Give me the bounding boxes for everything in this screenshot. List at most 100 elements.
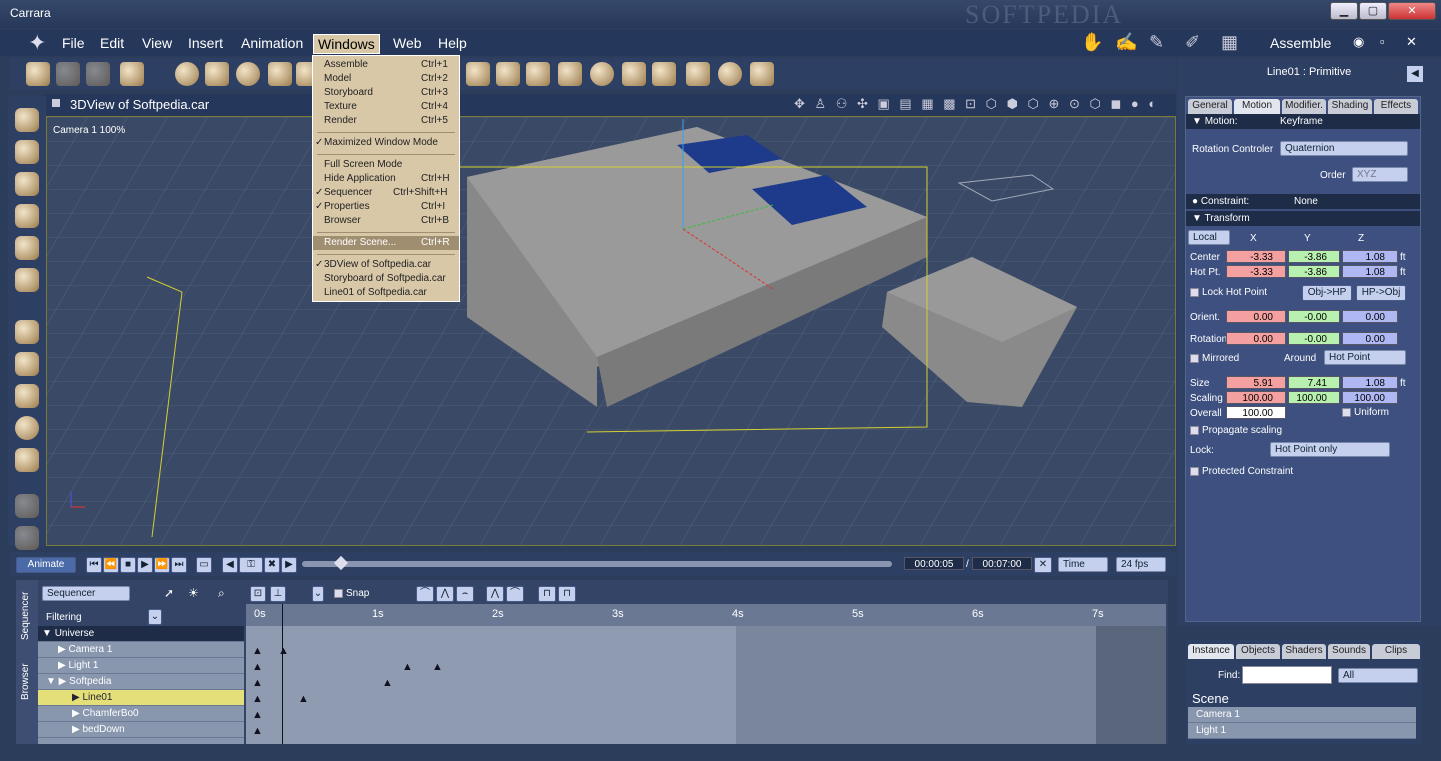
room-close-icon[interactable]: ✕ — [1406, 34, 1417, 50]
propagate-checkbox[interactable] — [1190, 426, 1199, 435]
panel-toggle-icon[interactable]: ◀ — [1407, 66, 1423, 82]
menu-item-fullscreen[interactable]: Full Screen Mode — [313, 158, 459, 172]
rotation-y-field[interactable]: -0.00 — [1288, 332, 1340, 345]
track-row[interactable]: ▶ Line01 — [38, 690, 244, 706]
close-button[interactable]: ✕ — [1388, 2, 1436, 20]
curve-4-button[interactable]: ⋀ — [486, 586, 504, 602]
scale-icon[interactable] — [15, 204, 39, 228]
menu-item-storyboard[interactable]: Storyboard Ctrl+3 — [313, 86, 459, 100]
filtering-toggle[interactable]: ⌄ — [148, 609, 162, 625]
curve-7-button[interactable]: ⊓ — [558, 586, 576, 602]
tab-browser[interactable]: Browser — [20, 663, 31, 700]
obj-to-hp-button[interactable]: Obj->HP — [1302, 285, 1352, 301]
snap-dropdown[interactable]: ⌄ — [312, 586, 324, 602]
track-row[interactable]: ▼ ▶ Softpedia — [38, 674, 244, 690]
curve-5-button[interactable]: ⌒ — [506, 586, 524, 602]
camera-view-icon[interactable] — [15, 494, 39, 518]
menu-item-maximized[interactable]: ✓ Maximized Window Mode — [313, 136, 459, 150]
menu-item-render[interactable]: Render Ctrl+5 — [313, 114, 459, 128]
menu-animation[interactable]: Animation — [237, 34, 307, 54]
target-icon[interactable] — [718, 62, 742, 86]
find-input[interactable] — [1242, 666, 1332, 684]
size-z-field[interactable]: 1.08 — [1342, 376, 1398, 389]
render-room-icon[interactable]: ▦ — [1221, 32, 1238, 53]
hotpt-x-field[interactable]: -3.33 — [1226, 265, 1286, 278]
loop-button[interactable]: ▭ — [196, 557, 212, 573]
time-cursor[interactable] — [282, 604, 283, 744]
keyframe[interactable]: ▲ — [298, 693, 309, 705]
plant-icon[interactable] — [558, 62, 582, 86]
tab-objects[interactable]: Objects — [1236, 644, 1280, 659]
key-button[interactable]: ⚿ — [239, 557, 263, 573]
tab-instance[interactable]: Instance — [1188, 644, 1234, 659]
tab-general[interactable]: General — [1188, 99, 1232, 114]
maximize-button[interactable]: ▢ — [1359, 2, 1387, 20]
menu-insert[interactable]: Insert — [184, 34, 227, 54]
time-ruler[interactable] — [246, 604, 1166, 626]
view-icons[interactable]: ✥ ♙ ⚇ ✣ ▣ ▤ ▦ ▩ ⊡ ⬡ ⬢ ⬡ ⊕ ⊙ ⬡ ◼ ● ◐ — [794, 96, 1159, 112]
globe-primitive-icon[interactable] — [236, 62, 260, 86]
eye-icon[interactable]: ◉ — [1353, 34, 1364, 50]
text-object-icon[interactable] — [466, 62, 490, 86]
rotate-icon[interactable] — [15, 172, 39, 196]
menu-edit[interactable]: Edit — [96, 34, 128, 54]
space-select[interactable]: Local — [1188, 230, 1230, 245]
rewind-button[interactable]: ⏪ — [103, 557, 119, 573]
scaling-z-field[interactable]: 100.00 — [1342, 391, 1398, 404]
pen-icon[interactable] — [15, 236, 39, 260]
menu-item-hide-application[interactable]: Hide Application Ctrl+H — [313, 172, 459, 186]
snap-checkbox[interactable] — [334, 589, 343, 598]
camera-icon[interactable] — [652, 62, 676, 86]
size-x-field[interactable]: 5.91 — [1226, 376, 1286, 389]
next-key-button[interactable]: ▶ — [281, 557, 297, 573]
uniform-checkbox[interactable] — [1342, 408, 1351, 417]
scaling-y-field[interactable]: 100.00 — [1288, 391, 1340, 404]
assemble-room-icon[interactable]: ✋ — [1081, 32, 1103, 53]
menu-web[interactable]: Web — [389, 34, 426, 54]
time-mode-select[interactable]: Time — [1058, 557, 1108, 572]
paint-icon[interactable] — [15, 268, 39, 292]
terrain-icon[interactable] — [526, 62, 550, 86]
sequencer-mode-select[interactable]: Sequencer — [42, 586, 130, 601]
total-time-field[interactable]: 00:07:00 — [972, 557, 1032, 570]
storyboard-room-icon[interactable]: ✎ — [1149, 32, 1164, 53]
ocean-icon[interactable] — [590, 62, 614, 86]
menu-item-model[interactable]: Model Ctrl+2 — [313, 72, 459, 86]
tab-effects[interactable]: Effects — [1374, 99, 1418, 114]
keyframe[interactable]: ▲ — [432, 661, 443, 673]
restore-icon[interactable]: ▫ — [1380, 34, 1385, 49]
center-y-field[interactable]: -3.86 — [1288, 250, 1340, 263]
hotpt-y-field[interactable]: -3.86 — [1288, 265, 1340, 278]
curve-3-button[interactable]: ⌢ — [456, 586, 474, 602]
cup-primitive-icon[interactable] — [205, 62, 229, 86]
light-icon[interactable] — [622, 62, 646, 86]
keyframe[interactable]: ▲ — [252, 677, 263, 689]
fps-select[interactable]: 24 fps — [1116, 557, 1166, 572]
menu-file[interactable]: File — [58, 34, 89, 54]
tab-modifier[interactable]: Modifier. — [1282, 99, 1326, 114]
lock-select[interactable]: Hot Point only — [1270, 442, 1390, 457]
box-view-icon[interactable] — [15, 448, 39, 472]
rotation-z-field[interactable]: 0.00 — [1342, 332, 1398, 345]
rotation-controller-select[interactable]: Quaternion — [1280, 141, 1408, 156]
tab-motion[interactable]: Motion — [1234, 99, 1280, 114]
minimize-button[interactable]: ▁ — [1330, 2, 1358, 20]
order-select[interactable]: XYZ — [1352, 167, 1408, 182]
keyframe[interactable]: ▲ — [252, 661, 263, 673]
eraser-tool-icon[interactable] — [120, 62, 144, 86]
sphere-primitive-icon[interactable] — [175, 62, 199, 86]
texture-room-icon[interactable]: ✐ — [1185, 32, 1200, 53]
menu-item-sequencer[interactable]: ✓ Sequencer Ctrl+Shift+H — [313, 186, 459, 200]
keyframe[interactable]: ▲ — [252, 693, 263, 705]
hotpt-z-field[interactable]: 1.08 — [1342, 265, 1398, 278]
transform-section[interactable]: ▼ Transform — [1186, 211, 1420, 226]
overall-field[interactable]: 100.00 — [1226, 406, 1286, 419]
center-z-field[interactable]: 1.08 — [1342, 250, 1398, 263]
prev-key-button[interactable]: ◀ — [222, 557, 238, 573]
orient-x-field[interactable]: 0.00 — [1226, 310, 1286, 323]
bone-icon[interactable] — [750, 62, 774, 86]
scaling-x-field[interactable]: 100.00 — [1226, 391, 1286, 404]
orient-y-field[interactable]: -0.00 — [1288, 310, 1340, 323]
go-start-button[interactable]: ⏮ — [86, 557, 102, 573]
fit-view-button[interactable]: ⊡ — [250, 586, 266, 602]
